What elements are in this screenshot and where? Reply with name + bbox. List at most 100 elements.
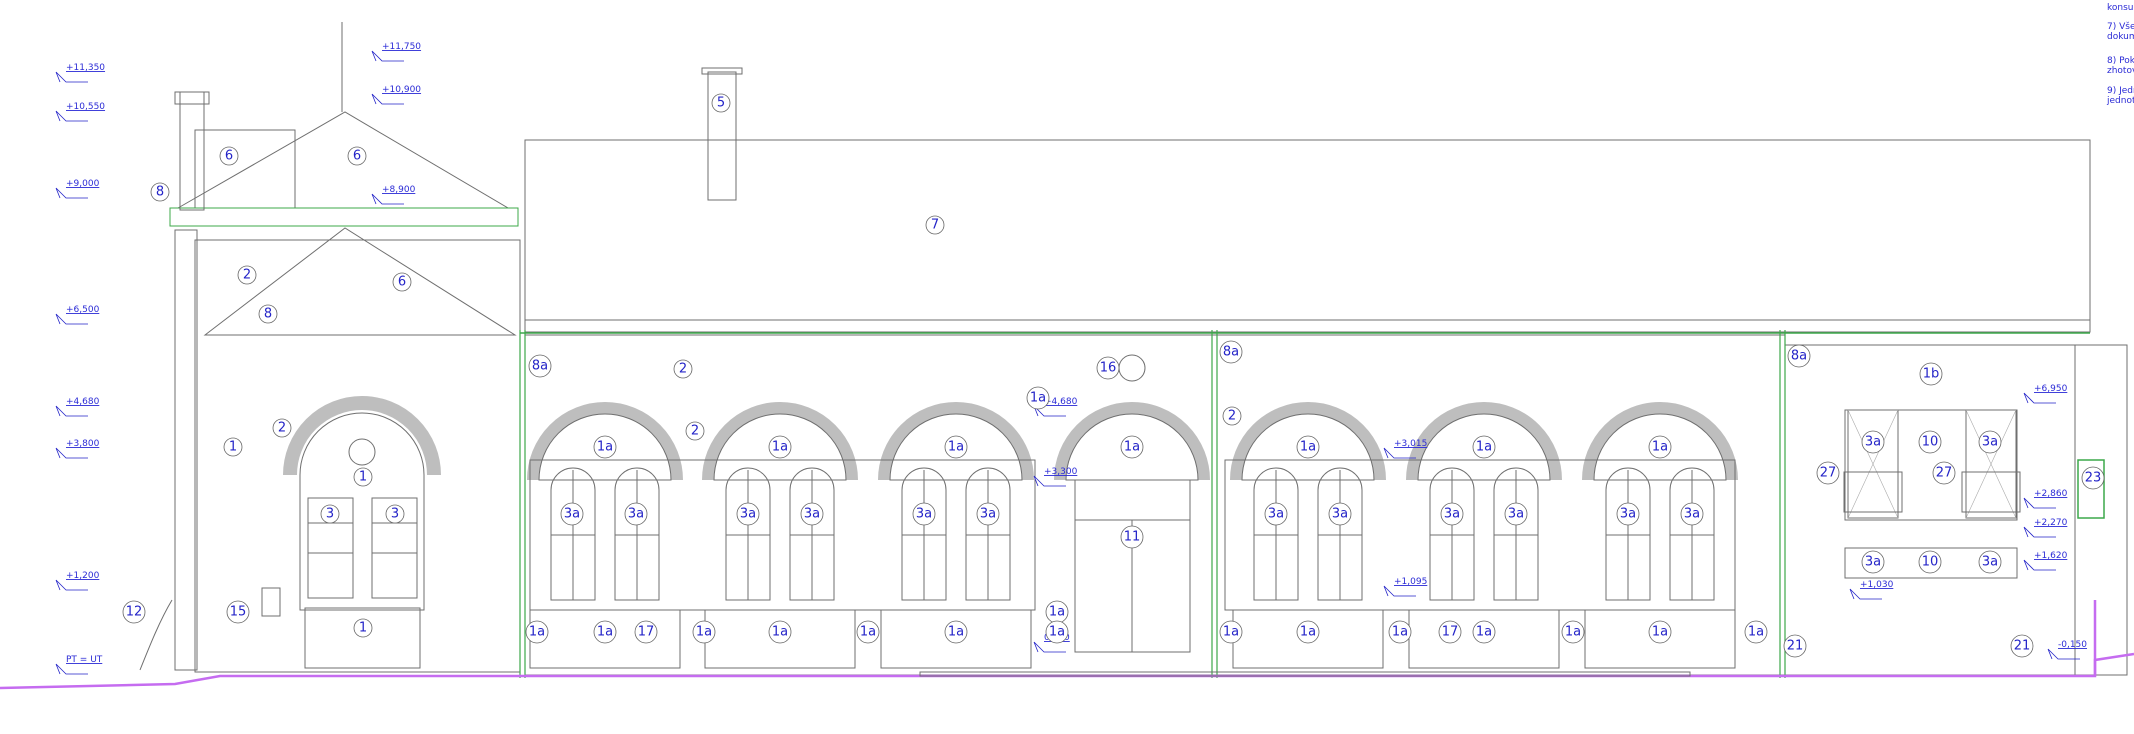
- level-symbol: [55, 71, 88, 83]
- tag-label: 6: [225, 149, 233, 164]
- position-tag: 1a: [525, 620, 549, 644]
- tag-label: 5: [717, 96, 725, 111]
- tag-label: 1a: [1300, 440, 1316, 455]
- position-tag: 2: [1222, 406, 1242, 426]
- position-tag: 1: [353, 618, 373, 638]
- level-label: +1,200: [66, 571, 100, 581]
- round-vent: [1118, 354, 1146, 382]
- note-line: 7) Vše: [2107, 22, 2134, 32]
- level-label: +10,550: [66, 102, 105, 112]
- level-label: +3,300: [1044, 467, 1078, 477]
- tag-label: 1a: [1748, 625, 1764, 640]
- level-label: +2,860: [2034, 489, 2068, 499]
- tag-label: 1a: [597, 625, 613, 640]
- position-tag: 3a: [1978, 430, 2002, 454]
- level-label: +2,270: [2034, 518, 2068, 528]
- tag-label: 27: [1936, 466, 1953, 481]
- position-tag: 6: [347, 146, 367, 166]
- level-symbol: [2023, 559, 2056, 571]
- tag-label: 6: [398, 275, 406, 290]
- window-frame-5-1: [1670, 470, 1714, 600]
- tag-label: 1a: [1392, 625, 1408, 640]
- position-tag: 3a: [1861, 430, 1885, 454]
- position-tag: 1: [223, 437, 243, 457]
- tag-label: 3a: [1268, 507, 1284, 522]
- level-label: +1,620: [2034, 551, 2068, 561]
- tag-label: 8a: [532, 359, 548, 374]
- tag-label: 8a: [1791, 349, 1807, 364]
- position-tag: 21: [2010, 634, 2034, 658]
- position-tag: 2: [673, 359, 693, 379]
- position-tag: 1a: [593, 435, 617, 459]
- tag-label: 3a: [628, 507, 644, 522]
- note-line: zhotovi: [2107, 66, 2134, 76]
- tag-label: 3a: [1620, 507, 1636, 522]
- tag-label: 1: [359, 621, 367, 636]
- tag-label: 3a: [1508, 507, 1524, 522]
- tag-label: 10: [1922, 555, 1939, 570]
- tag-label: 1a: [1476, 440, 1492, 455]
- position-tag: 3a: [1680, 502, 1704, 526]
- position-tag: 5: [711, 93, 731, 113]
- position-tag: 6: [392, 272, 412, 292]
- balcony-rail-1: [1961, 471, 2021, 513]
- level-symbol: [55, 110, 88, 122]
- level-marker: +9,000: [55, 179, 100, 199]
- tag-label: 3a: [1684, 507, 1700, 522]
- tag-label: 3a: [1982, 435, 1998, 450]
- position-tag: 3a: [1440, 502, 1464, 526]
- window-frame-5-0: [1606, 470, 1650, 600]
- position-tag: 1a: [1296, 620, 1320, 644]
- right-chimney: [707, 71, 737, 201]
- tag-label: 1a: [948, 625, 964, 640]
- tag-label: 23: [2085, 471, 2102, 486]
- note-line: dokume: [2107, 32, 2134, 42]
- tag-label: 1a: [860, 625, 876, 640]
- tag-label: 3a: [740, 507, 756, 522]
- level-symbol: [55, 663, 88, 675]
- note-line: jednotli: [2107, 96, 2134, 106]
- tag-label: 8: [156, 185, 164, 200]
- tag-label: 16: [1100, 361, 1117, 376]
- position-tag: 16: [1096, 356, 1120, 380]
- level-marker: +3,800: [55, 439, 100, 459]
- tag-label: 3a: [1982, 555, 1998, 570]
- level-symbol: [55, 447, 88, 459]
- left-chimney: [179, 91, 205, 211]
- tag-label: 1a: [1049, 625, 1065, 640]
- tag-label: 1a: [1565, 625, 1581, 640]
- position-tag: 1a: [856, 620, 880, 644]
- note-line: konsult: [2107, 3, 2134, 13]
- position-tag: 1: [353, 467, 373, 487]
- level-label: +10,900: [382, 85, 421, 95]
- tower-window-bars-0: [308, 522, 353, 554]
- position-tag: 21: [1783, 634, 1807, 658]
- tag-label: 1a: [1300, 625, 1316, 640]
- tag-label: 3a: [1444, 507, 1460, 522]
- window-frame-3-1: [1318, 470, 1362, 600]
- position-tag: 1a: [1120, 435, 1144, 459]
- tower-window-frame: [299, 412, 425, 611]
- tag-label: 3a: [916, 507, 932, 522]
- position-tag: 23: [2081, 466, 2105, 490]
- window-frame-0-0: [551, 470, 595, 600]
- tag-label: 8a: [1223, 345, 1239, 360]
- level-marker: -0,150: [2047, 640, 2087, 660]
- tag-label: 3: [391, 507, 399, 522]
- tag-label: 1a: [1652, 440, 1668, 455]
- position-tag: 1b: [1919, 362, 1943, 386]
- level-symbol: [371, 93, 404, 105]
- position-tag: 3a: [1264, 502, 1288, 526]
- tag-label: 1a: [597, 440, 613, 455]
- right-wing-wall: [1784, 344, 2076, 676]
- tag-label: 21: [2014, 639, 2031, 654]
- level-marker: +1,030: [1849, 580, 1894, 600]
- position-tag: 3a: [1616, 502, 1640, 526]
- position-tag: 17: [1438, 620, 1462, 644]
- tag-label: 3a: [980, 507, 996, 522]
- position-tag: 1a: [692, 620, 716, 644]
- level-label: +4,680: [66, 397, 100, 407]
- tag-label: 1a: [1652, 625, 1668, 640]
- level-marker: +8,900: [371, 185, 416, 205]
- position-tag: 3a: [624, 502, 648, 526]
